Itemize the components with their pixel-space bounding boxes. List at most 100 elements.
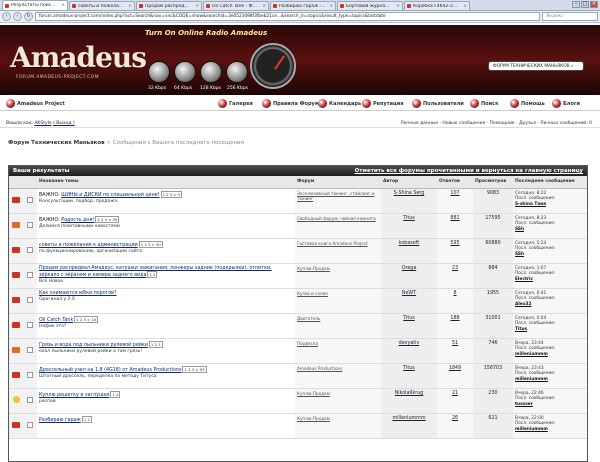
author-link[interactable]: kobasoft [381, 238, 437, 264]
replies-link[interactable]: 595 [437, 238, 473, 264]
kbps-link[interactable]: 32 Kbps [148, 86, 166, 91]
browser-tab[interactable]: Разбираю гараж -... × [270, 1, 336, 10]
author-link[interactable]: Nikola9krug [381, 388, 437, 414]
forum-link[interactable]: Свободный форум, чайная комната [295, 213, 381, 239]
pages-link[interactable]: 1 2 3 > 10 [74, 315, 99, 323]
topic-link[interactable]: Куплю решетку и заглушки [39, 393, 109, 398]
author-link[interactable]: milleniummm [381, 413, 437, 439]
forum-link[interactable]: Куплю-Продам [295, 413, 381, 439]
last-post-user[interactable]: Alex32 [515, 302, 531, 307]
pages-link[interactable]: 1 2 [81, 415, 92, 423]
minimize-icon[interactable]: – [572, 1, 580, 8]
last-post-label[interactable]: Посл. сообщение: [515, 221, 555, 226]
close-tab-icon[interactable]: × [61, 3, 65, 8]
forum-link[interactable]: Кузов и салон [295, 288, 381, 314]
replies-link[interactable]: 21 [437, 388, 473, 414]
replies-link[interactable]: 188 [437, 313, 473, 339]
nav-users[interactable]: Пользователи [412, 99, 464, 108]
nav-help[interactable]: Помощь [510, 99, 545, 108]
nav-blogs[interactable]: Блоги [552, 99, 580, 108]
browser-tab[interactable]: Результаты поис... × [2, 0, 68, 10]
radio-knob-icon[interactable] [174, 61, 196, 83]
close-tab-icon[interactable]: × [329, 4, 333, 9]
browser-tab[interactable]: Коробка F4K42-2... × [404, 1, 470, 10]
nav-search[interactable]: Поиск [470, 99, 498, 108]
replies-link[interactable]: 881 [437, 213, 473, 239]
replies-link[interactable]: 1849 [437, 363, 473, 389]
author-link[interactable]: S-Shina Serg [381, 188, 437, 214]
author-link[interactable]: Titus [381, 313, 437, 339]
pages-link[interactable]: 1 2 3 > 30 [95, 215, 120, 223]
nav-amadeus-project[interactable]: Amadeus Project [6, 99, 65, 108]
last-post-label[interactable]: Посл. сообщение: [515, 346, 555, 351]
pages-link[interactable]: 1 2 3 [148, 340, 163, 348]
kbps-link[interactable]: 256 Kbps [227, 86, 248, 91]
pages-link[interactable]: 1 2 3 > 5 [160, 190, 183, 198]
forum-link[interactable]: Куплю-Продам [295, 388, 381, 414]
forum-link[interactable]: Гостевая книга Amadeus Project [295, 238, 381, 264]
last-post-label[interactable]: Посл. сообщение: [515, 196, 555, 201]
last-post-label[interactable]: Посл. сообщение: [515, 271, 555, 276]
last-post-label[interactable]: Посл. сообщение: [515, 246, 555, 251]
radio-knob-icon[interactable] [148, 61, 170, 83]
user-link[interactable]: AKStyle [34, 121, 51, 126]
topic-link[interactable]: ШИНЫ и ДИСКИ по специальной цене! [61, 193, 159, 198]
topic-link[interactable]: Грязь и вода под пыльники рулевой рейки [39, 343, 148, 348]
mark-all-read-link[interactable]: Отметить все форумы прочитанными и верну… [355, 166, 583, 176]
last-post-label[interactable]: Посл. сообщение: [515, 321, 555, 326]
url-input[interactable]: forum.amadeus-project.com/index.php?act=… [35, 12, 540, 21]
last-post-user[interactable]: milleniummm [515, 377, 548, 382]
last-post-label[interactable]: Посл. сообщение: [515, 421, 555, 426]
last-post-user[interactable]: Electric [515, 277, 533, 282]
browser-tab[interactable]: Бортовой журна... × [337, 1, 403, 10]
replies-link[interactable]: 23 [437, 263, 473, 289]
pages-link[interactable]: 1 2 [147, 270, 158, 278]
browser-tab[interactable]: советы и пожела... × [69, 1, 135, 10]
topic-link[interactable]: Радость дня! [61, 218, 94, 223]
last-post-user[interactable]: Titus [515, 327, 527, 332]
browser-tab[interactable]: Oil Catch Tank - Ф... × [203, 1, 269, 10]
last-post-label[interactable]: Посл. сообщение: [515, 396, 555, 401]
author-link[interactable]: Titus [381, 363, 437, 389]
author-link[interactable]: Titus [381, 213, 437, 239]
radio-knob-icon[interactable] [226, 61, 248, 83]
col-last-header[interactable]: Последнее сообщение [513, 176, 587, 189]
author-link[interactable]: devyativ [381, 338, 437, 364]
forward-icon[interactable]: › [13, 12, 22, 21]
maximize-icon[interactable]: □ [581, 1, 589, 8]
search-input[interactable]: Яндекс [542, 12, 598, 21]
author-link[interactable]: NeWT [381, 288, 437, 314]
replies-link[interactable]: 107 [437, 188, 473, 214]
col-author-header[interactable]: Автор [381, 176, 437, 189]
logo[interactable]: Amadeus FORUM.AMADEUS-PROJECT.COM [10, 35, 147, 85]
col-replies-header[interactable]: Ответов [437, 176, 473, 189]
last-post-user[interactable]: milleniummm [515, 352, 548, 357]
pages-link[interactable]: 1 2 3 > 93 [182, 365, 207, 373]
close-tab-icon[interactable]: × [195, 4, 199, 9]
user-links[interactable]: Личные данные · Новые сообщения · Помощн… [400, 119, 592, 128]
replies-link[interactable]: 8 [437, 288, 473, 314]
last-post-user[interactable]: SSh [515, 252, 524, 257]
back-icon[interactable]: ‹ [2, 12, 11, 21]
close-tab-icon[interactable]: × [128, 4, 132, 9]
forum-link[interactable]: Двигатель [295, 313, 381, 339]
last-post-label[interactable]: Посл. сообщение: [515, 296, 555, 301]
replies-link[interactable]: 26 [437, 413, 473, 439]
last-post-label[interactable]: Посл. сообщение: [515, 371, 555, 376]
kbps-link[interactable]: 64 Kbps [174, 86, 192, 91]
col-title-header[interactable]: Название темы [37, 176, 295, 189]
nav-calendar[interactable]: Календарь [318, 99, 361, 108]
nav-reputation[interactable]: Репутация [362, 99, 403, 108]
col-forum-header[interactable]: Форум [295, 176, 381, 189]
forum-select[interactable]: ФОРУМ ТЕХНИЧЕСКИХ МАНЬЯКОВ « [488, 61, 584, 71]
close-tab-icon[interactable]: × [396, 4, 400, 9]
last-post-user[interactable]: SSh [515, 227, 524, 232]
pages-link[interactable]: 1 2 [110, 390, 121, 398]
kbps-link[interactable]: 128 Kbps [200, 86, 221, 91]
last-post-user[interactable]: tussser [515, 402, 533, 407]
nav-rules[interactable]: Правила Форума [262, 99, 322, 108]
logout-link[interactable]: ( Выход ) [53, 121, 75, 126]
browser-tab[interactable]: Продам распред... × [136, 1, 202, 10]
topic-link[interactable]: Как снимаются юбки порогов? [39, 291, 117, 296]
topic-link[interactable]: Oil Catch Tank [39, 318, 73, 323]
